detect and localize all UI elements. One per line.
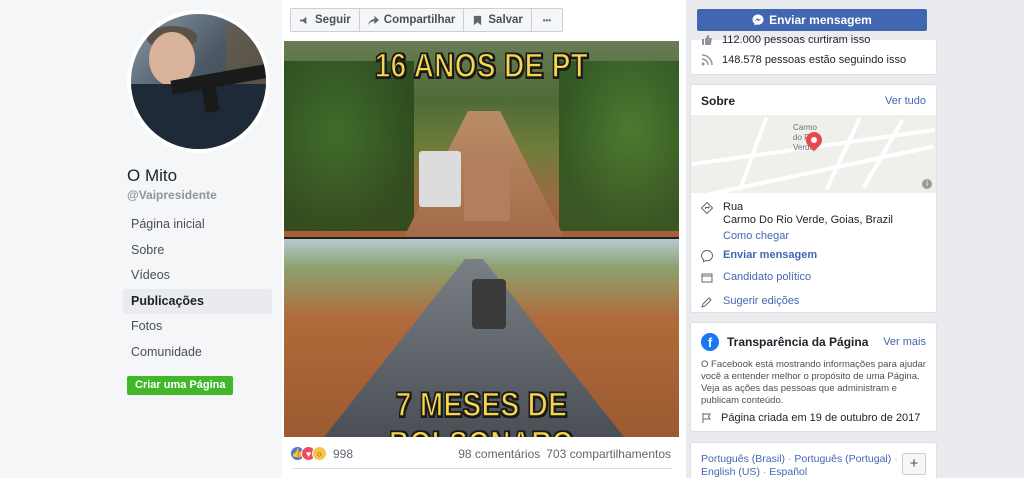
messenger-icon [701, 250, 713, 262]
photo-trees-right [559, 61, 679, 231]
transparency-description: O Facebook está mostrando informações pa… [701, 359, 926, 406]
sidebar-right: Enviar mensagem 112.000 pessoas curtiram… [686, 0, 1024, 478]
rss-icon [701, 54, 713, 66]
about-card: Sobre Ver tudo Carmo do Rio Verde i Rua … [690, 84, 937, 313]
more-options-button[interactable]: ••• [530, 8, 563, 32]
share-count-link[interactable]: 703 compartilhamentos [546, 447, 671, 461]
avatar-suit [131, 84, 266, 149]
language-link[interactable]: Português (Brasil) [701, 453, 785, 465]
meme-headline-bottom: 7 MESES DE BOLSONARO [388, 385, 574, 437]
photo-trees-left [284, 61, 414, 231]
share-button[interactable]: Compartilhar [358, 8, 465, 32]
comment-count-link[interactable]: 98 comentários [458, 447, 540, 461]
info-icon[interactable]: i [922, 179, 932, 189]
share-icon [367, 15, 379, 25]
transparency-title: Transparência da Página [727, 335, 869, 349]
flag-icon [702, 413, 711, 423]
message-row: Enviar mensagem [701, 249, 817, 262]
nav-item-videos[interactable]: Vídeos [123, 263, 272, 289]
location-map[interactable]: Carmo do Rio Verde i [691, 115, 936, 193]
category-row: Candidato político [701, 271, 811, 284]
followers-row: 148.578 pessoas estão seguindo isso [701, 54, 906, 66]
profile-avatar[interactable] [127, 10, 270, 153]
send-message-link[interactable]: Enviar mensagem [723, 249, 817, 262]
nav-item-about[interactable]: Sobre [123, 238, 272, 264]
language-list: Português (Brasil) · Português (Portugal… [701, 453, 901, 478]
thumbs-up-icon [702, 35, 712, 45]
see-more-link[interactable]: Ver mais [883, 336, 926, 348]
wow-icon: ○ [312, 446, 327, 461]
address-row: Rua Carmo Do Rio Verde, Goias, Brazil Co… [701, 201, 893, 243]
photo-road-roller [472, 279, 506, 329]
post-column: Seguir Compartilhar Salvar ••• 16 ANOS D… [282, 0, 686, 478]
meme-headline-top: 16 ANOS DE PT [374, 46, 589, 86]
photo-truck [419, 151, 461, 207]
send-message-button[interactable]: Enviar mensagem [697, 9, 927, 31]
about-title: Sobre [701, 94, 736, 108]
page-action-bar: Seguir Compartilhar Salvar ••• [290, 8, 563, 32]
send-message-label: Enviar mensagem [769, 13, 872, 27]
reaction-count: 998 [333, 446, 354, 461]
share-label: Compartilhar [383, 14, 456, 26]
more-icon: ••• [542, 15, 552, 25]
page-created-row: Página criada em 19 de outubro de 2017 [701, 412, 920, 424]
likes-count: 112.000 pessoas curtiram isso [722, 34, 871, 46]
facebook-icon: f [701, 333, 719, 351]
nav-item-community[interactable]: Comunidade [123, 340, 272, 366]
category-icon [701, 273, 713, 283]
follow-label: Seguir [315, 14, 351, 26]
bookmark-icon [474, 15, 482, 25]
address-street: Rua [723, 201, 744, 213]
follow-button[interactable]: Seguir [290, 8, 360, 32]
add-language-button[interactable]: + [902, 453, 926, 475]
post-photo[interactable]: 16 ANOS DE PT 7 MESES DE BOLSONARO [284, 41, 679, 437]
create-page-button[interactable]: Criar uma Página [127, 376, 234, 395]
transparency-card: f Transparência da Página Ver mais O Fac… [690, 322, 937, 432]
directions-icon [701, 202, 713, 214]
reaction-summary[interactable]: 👍 ♥ ○ 998 [290, 446, 353, 461]
page-stats-card: 112.000 pessoas curtiram isso 148.578 pe… [690, 34, 937, 75]
left-column: O Mito @Vaipresidente Página inicial Sob… [0, 0, 282, 478]
address-block: Rua Carmo Do Rio Verde, Goias, Brazil Co… [723, 201, 893, 243]
see-all-link[interactable]: Ver tudo [885, 95, 926, 107]
page-created-text: Página criada em 19 de outubro de 2017 [721, 412, 921, 424]
divider [292, 468, 672, 469]
language-link[interactable]: Español [769, 466, 807, 478]
nav-item-home[interactable]: Página inicial [123, 212, 272, 238]
map-street [824, 117, 862, 191]
page-nav: Página inicial Sobre Vídeos Publicações … [123, 212, 272, 365]
likes-row: 112.000 pessoas curtiram isso [701, 34, 870, 46]
save-label: Salvar [488, 14, 523, 26]
address-city: Carmo Do Rio Verde, Goias, Brazil [723, 214, 893, 226]
page-name[interactable]: O Mito [127, 166, 177, 186]
separator: · [894, 453, 898, 465]
language-link[interactable]: Português (Portugal) [794, 453, 891, 465]
save-button[interactable]: Salvar [463, 8, 532, 32]
page-handle[interactable]: @Vaipresidente [127, 188, 217, 202]
pencil-icon [701, 297, 712, 308]
engagement-counts: 98 comentários 703 compartilhamentos [458, 447, 671, 461]
follow-icon [299, 16, 307, 24]
photo-truck [464, 156, 510, 221]
nav-item-posts[interactable]: Publicações [123, 288, 272, 314]
suggest-row: Sugerir edições [701, 295, 799, 308]
nav-item-photos[interactable]: Fotos [123, 314, 272, 340]
followers-count: 148.578 pessoas estão seguindo isso [722, 54, 907, 66]
suggest-edits-link[interactable]: Sugerir edições [723, 295, 799, 308]
language-card: Português (Brasil) · Português (Portugal… [690, 442, 937, 478]
directions-link[interactable]: Como chegar [723, 230, 893, 243]
category-link[interactable]: Candidato político [723, 271, 811, 284]
messenger-icon [752, 14, 764, 26]
language-link[interactable]: English (US) [701, 466, 760, 478]
